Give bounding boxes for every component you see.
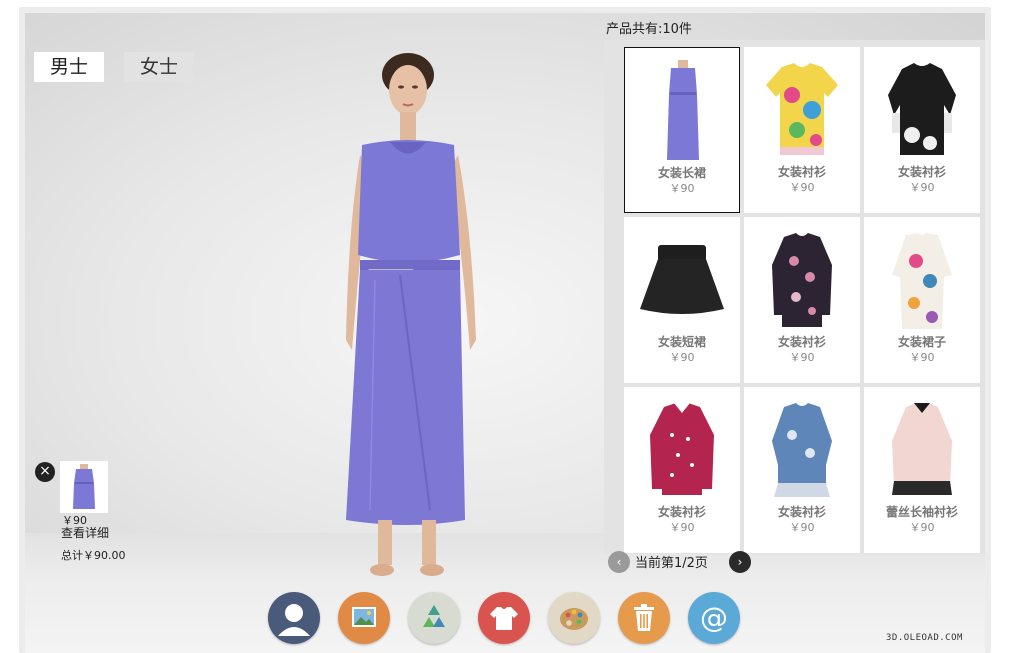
view-details-link[interactable]: 查看详细 — [61, 524, 109, 541]
tshirt-icon — [490, 607, 518, 630]
product-name: 女装衬衫 — [897, 165, 946, 179]
product-price: ￥90 — [789, 521, 815, 534]
product-price: ￥90 — [669, 521, 695, 534]
product-name: 女装长裙 — [657, 166, 706, 180]
chevron-left-icon[interactable]: ‹ — [608, 551, 630, 573]
purple-dress-icon — [633, 56, 733, 166]
product-card[interactable]: 女装衬衫 ￥90 — [864, 47, 980, 213]
product-card[interactable]: 女装短裙 ￥90 — [624, 217, 740, 383]
product-card[interactable]: 女装长裙 ￥90 — [624, 47, 740, 213]
chevron-right-icon[interactable]: › — [729, 551, 751, 573]
svg-text:@: @ — [700, 601, 728, 634]
recycle-button[interactable] — [408, 592, 460, 644]
product-card[interactable]: 女装衬衫 ￥90 — [744, 47, 860, 213]
person-icon — [278, 604, 310, 636]
product-name: 女装衬衫 — [777, 335, 826, 349]
product-price: ￥90 — [789, 351, 815, 364]
background-button[interactable] — [338, 592, 390, 644]
product-name: 女装短裙 — [657, 335, 706, 349]
page-indicator: 当前第1/2页 — [635, 556, 708, 571]
product-card[interactable]: 女装衬衫 ￥90 — [624, 387, 740, 553]
cart-item-thumbnail[interactable] — [60, 461, 108, 513]
model-avatar — [330, 50, 490, 580]
product-count: 产品共有:10件 — [606, 22, 692, 37]
floral-blouse-icon — [752, 225, 852, 335]
product-price: ￥90 — [909, 181, 935, 194]
clothing-button[interactable] — [478, 592, 530, 644]
product-card[interactable]: 女装衬衫 ￥90 — [744, 387, 860, 553]
black-skirt-icon — [632, 225, 732, 335]
product-name: 蕾丝长袖衬衫 — [885, 505, 958, 519]
floral-dress-icon — [872, 225, 972, 335]
trash-icon — [634, 604, 654, 631]
product-name: 女装裙子 — [897, 335, 946, 349]
product-price: ￥90 — [669, 182, 695, 195]
product-price: ￥90 — [789, 181, 815, 194]
product-name: 女装衬衫 — [777, 505, 826, 519]
product-name: 女装衬衫 — [777, 165, 826, 179]
tab-female[interactable]: 女士 — [124, 52, 194, 82]
product-price: ￥90 — [909, 351, 935, 364]
polka-dot-shirt-icon — [632, 395, 732, 505]
blue-blouse-icon — [752, 395, 852, 505]
avatar-button[interactable] — [268, 592, 320, 644]
tab-male[interactable]: 男士 — [34, 52, 104, 82]
product-card[interactable]: 女装衬衫 ￥90 — [744, 217, 860, 383]
cart-total: 总计￥90.00 — [61, 549, 126, 562]
product-card[interactable]: 蕾丝长袖衬衫 ￥90 — [864, 387, 980, 553]
purple-dress-icon — [73, 464, 95, 509]
at-icon: @ — [700, 601, 728, 634]
lace-blouse-icon — [872, 395, 972, 505]
product-price: ￥90 — [909, 521, 935, 534]
picture-icon — [352, 607, 376, 627]
model-figure — [346, 53, 476, 576]
close-icon[interactable]: × — [35, 462, 55, 482]
product-price: ￥90 — [669, 351, 695, 364]
floral-shirt-icon — [752, 55, 852, 165]
black-floral-top-icon — [872, 55, 972, 165]
site-watermark: 3D.OLEOAD.COM — [886, 633, 963, 643]
product-name: 女装衬衫 — [657, 505, 706, 519]
product-card[interactable]: 女装裙子 ￥90 — [864, 217, 980, 383]
palette-icon — [560, 608, 588, 630]
recycle-icon — [423, 605, 445, 627]
trash-button[interactable] — [618, 592, 670, 644]
palette-button[interactable] — [548, 592, 600, 644]
contact-button[interactable]: @ — [688, 592, 740, 644]
